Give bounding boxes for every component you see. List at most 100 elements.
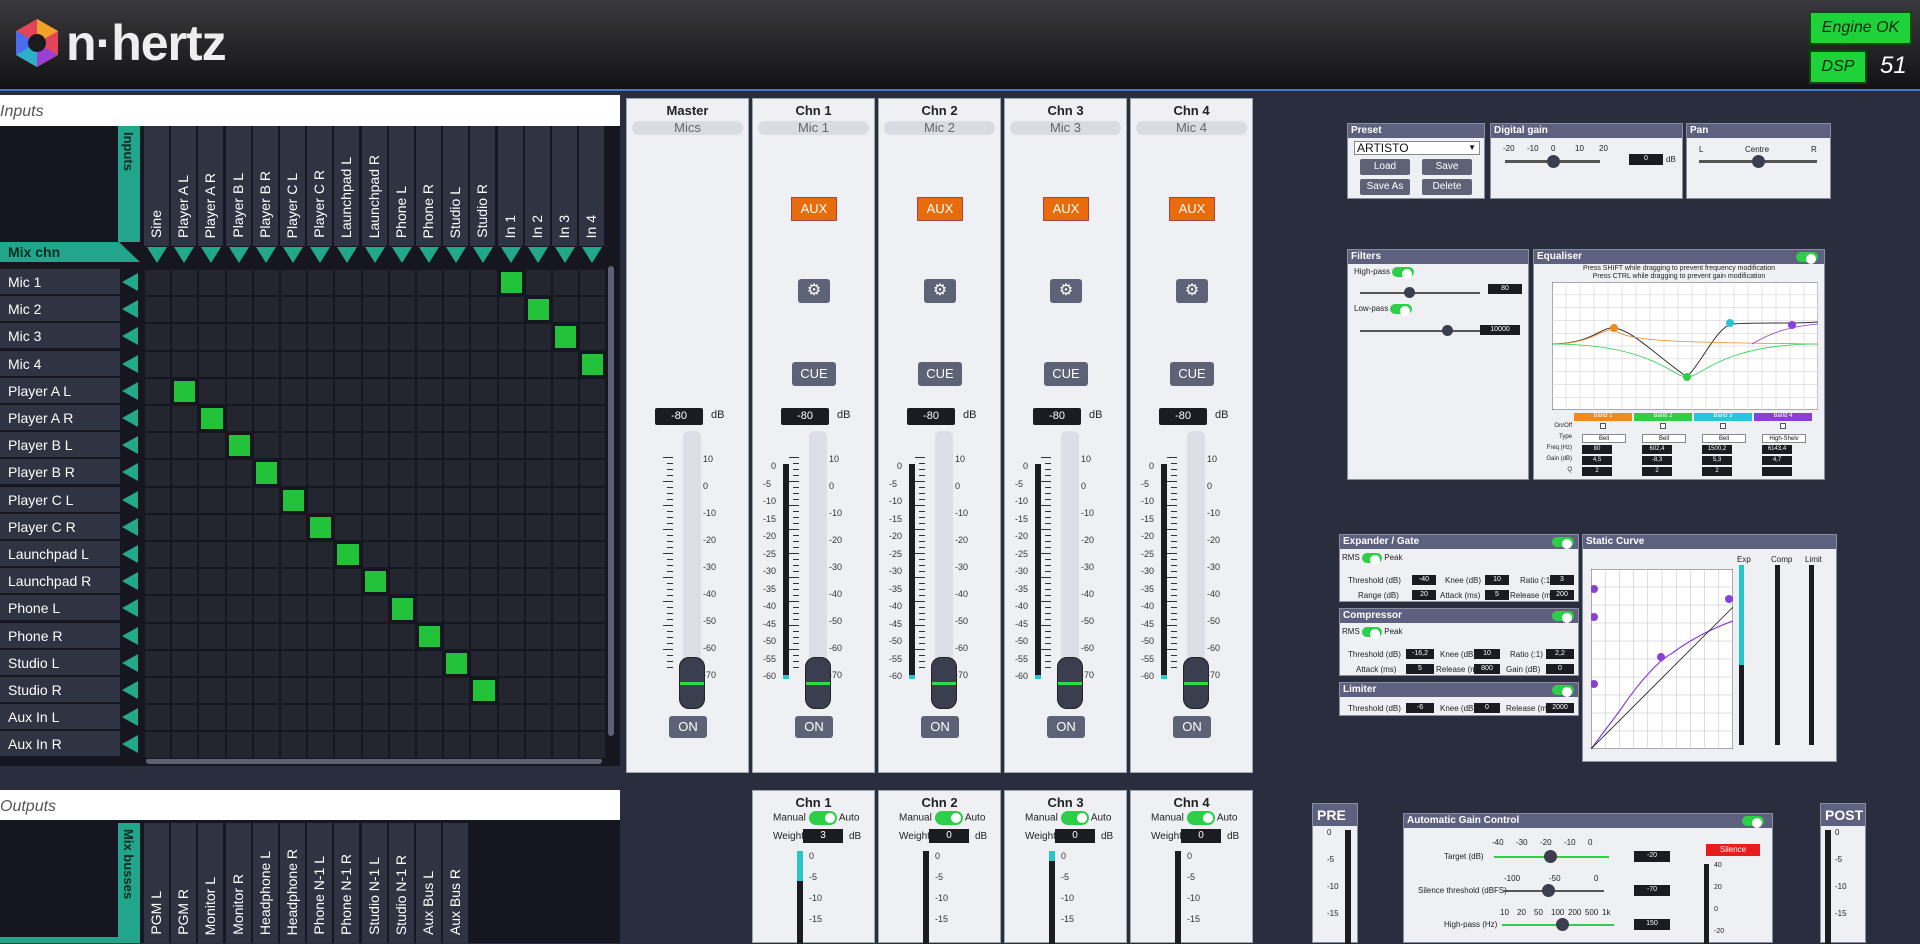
routing-cell[interactable] (307, 731, 335, 759)
routing-cell[interactable] (361, 731, 389, 759)
routing-cell[interactable] (280, 595, 308, 623)
eq-types-value[interactable]: High-Shelv (1762, 434, 1806, 443)
routing-cell[interactable] (579, 377, 607, 405)
compressor-gain-value[interactable]: 0 (1546, 664, 1574, 674)
routing-cell[interactable] (416, 622, 444, 650)
routing-cell[interactable] (552, 296, 580, 324)
routing-cell[interactable] (198, 377, 226, 405)
routing-cell[interactable] (252, 459, 280, 487)
routing-cell[interactable] (334, 513, 362, 541)
routing-cell[interactable] (443, 704, 471, 732)
routing-cell[interactable] (280, 377, 308, 405)
routing-cell[interactable] (171, 377, 199, 405)
expander-attack-value[interactable]: 5 (1485, 590, 1509, 600)
routing-cell[interactable] (361, 649, 389, 677)
routing-cell[interactable] (280, 323, 308, 351)
routing-cell[interactable] (388, 486, 416, 514)
routing-cell[interactable] (552, 622, 580, 650)
routing-cell[interactable] (388, 296, 416, 324)
routing-cell[interactable] (334, 649, 362, 677)
limiter-release-value[interactable]: 2000 (1546, 703, 1574, 713)
fader-knob[interactable] (931, 657, 957, 709)
column-arrow-icon[interactable] (201, 247, 222, 263)
row-arrow-icon[interactable] (122, 436, 138, 455)
lowpass-toggle[interactable] (1390, 304, 1413, 316)
routing-cell[interactable] (388, 377, 416, 405)
routing-cell[interactable] (552, 486, 580, 514)
routing-cell[interactable] (388, 323, 416, 351)
eq-gains-value[interactable]: 5,3 (1702, 456, 1732, 465)
routing-cell[interactable] (579, 622, 607, 650)
column-arrow-icon[interactable] (582, 247, 603, 263)
routing-cell[interactable] (144, 622, 172, 650)
routing-cell[interactable] (443, 622, 471, 650)
routing-cell[interactable] (443, 459, 471, 487)
routing-cell[interactable] (524, 513, 552, 541)
routing-cell[interactable] (307, 459, 335, 487)
routing-cell[interactable] (470, 622, 498, 650)
routing-cell[interactable] (307, 269, 335, 297)
digital-gain-value[interactable]: 0 (1629, 154, 1663, 165)
routing-cell[interactable] (579, 296, 607, 324)
routing-cell[interactable] (171, 649, 199, 677)
row-arrow-icon[interactable] (122, 490, 138, 509)
routing-cell[interactable] (198, 622, 226, 650)
routing-cell[interactable] (552, 568, 580, 596)
column-arrow-icon[interactable] (527, 247, 548, 263)
routing-cell[interactable] (252, 595, 280, 623)
routing-cell[interactable] (470, 405, 498, 433)
routing-cell[interactable] (388, 595, 416, 623)
routing-cell[interactable] (225, 486, 253, 514)
routing-cell[interactable] (334, 350, 362, 378)
column-arrow-icon[interactable] (228, 247, 249, 263)
gear-icon[interactable]: ⚙ (1050, 279, 1082, 303)
routing-cell[interactable] (416, 649, 444, 677)
weight-value[interactable]: 3 (803, 829, 843, 843)
compressor-threshold-value[interactable]: -16,2 (1406, 649, 1434, 659)
routing-cell[interactable] (470, 323, 498, 351)
routing-cell[interactable] (307, 622, 335, 650)
fader-knob[interactable] (679, 657, 705, 709)
routing-cell[interactable] (497, 677, 525, 705)
routing-cell[interactable] (497, 595, 525, 623)
routing-cell[interactable] (171, 350, 199, 378)
routing-cell[interactable] (144, 405, 172, 433)
routing-cell[interactable] (524, 649, 552, 677)
routing-cell[interactable] (280, 350, 308, 378)
routing-cell[interactable] (198, 649, 226, 677)
routing-cell[interactable] (416, 731, 444, 759)
fader-track[interactable] (1187, 431, 1205, 681)
strip-source[interactable]: Mic 4 (1136, 121, 1247, 135)
routing-cell[interactable] (416, 541, 444, 569)
routing-cell[interactable] (307, 513, 335, 541)
routing-cell[interactable] (171, 704, 199, 732)
strip-source[interactable]: Mic 1 (758, 121, 869, 135)
routing-cell[interactable] (252, 486, 280, 514)
static-curve-graph[interactable] (1591, 569, 1733, 749)
highpass-value[interactable]: 80 (1488, 284, 1522, 294)
routing-cell[interactable] (144, 350, 172, 378)
routing-cell[interactable] (198, 350, 226, 378)
routing-cell[interactable] (497, 731, 525, 759)
digital-gain-knob[interactable] (1547, 155, 1560, 168)
routing-cell[interactable] (361, 459, 389, 487)
routing-cell[interactable] (144, 731, 172, 759)
routing-cell[interactable] (388, 513, 416, 541)
fader-db-value[interactable]: -80 (907, 408, 955, 425)
routing-cell[interactable] (443, 432, 471, 460)
routing-cell[interactable] (334, 486, 362, 514)
column-arrow-icon[interactable] (310, 247, 331, 263)
routing-cell[interactable] (361, 704, 389, 732)
routing-cell[interactable] (280, 459, 308, 487)
routing-cell[interactable] (334, 677, 362, 705)
manual-auto-toggle[interactable] (934, 811, 963, 825)
routing-cell[interactable] (252, 731, 280, 759)
routing-cell[interactable] (225, 269, 253, 297)
eq-freqs-value[interactable]: 80 (1582, 445, 1612, 454)
routing-cell[interactable] (361, 269, 389, 297)
routing-cell[interactable] (470, 595, 498, 623)
eq-band-checkbox[interactable] (1660, 423, 1666, 429)
routing-cell[interactable] (334, 704, 362, 732)
column-arrow-icon[interactable] (391, 247, 412, 263)
eq-types-value[interactable]: Bell (1702, 434, 1746, 443)
